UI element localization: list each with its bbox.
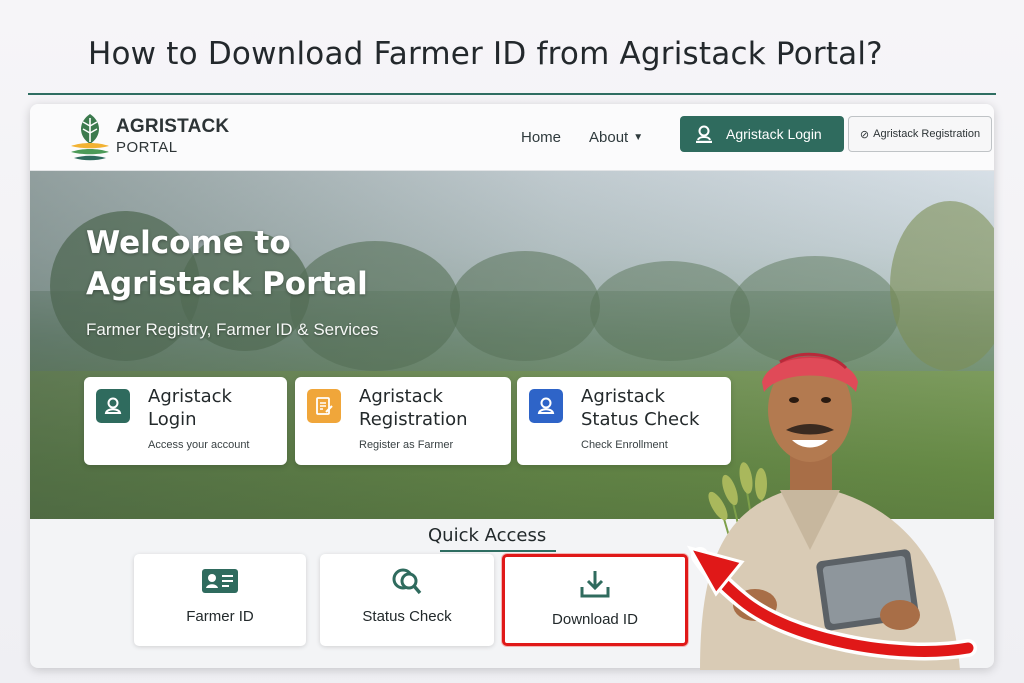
hero-title: Welcome to Agristack Portal: [86, 225, 368, 302]
agristack-login-button[interactable]: Agristack Login: [680, 116, 844, 152]
nav-about-dropdown[interactable]: About ▼: [589, 129, 643, 146]
quick-access-label: Download ID: [552, 611, 638, 628]
nav-about-label: About: [589, 129, 629, 146]
hero-card-description: Check Enrollment: [581, 439, 668, 451]
nav-home-link[interactable]: Home: [521, 129, 561, 146]
hero-card-title: Agristack Registration: [359, 386, 468, 430]
page-heading: How to Download Farmer ID from Agristack…: [88, 36, 883, 72]
farmer-illustration: [700, 352, 960, 670]
user-icon: [529, 389, 563, 423]
user-icon: [96, 389, 130, 423]
quick-access-farmer-id[interactable]: Farmer ID: [134, 554, 306, 646]
hero-card-registration[interactable]: Agristack Registration Register as Farme…: [295, 377, 511, 465]
hero-card-login[interactable]: Agristack Login Access your account: [84, 377, 287, 465]
download-icon: [579, 569, 611, 599]
hero-card-description: Access your account: [148, 439, 250, 451]
site-header: AGRISTACK PORTAL Home About ▼ Agristack L…: [30, 104, 994, 171]
hero-card-title: Agristack Login: [148, 386, 232, 430]
quick-access-label: Status Check: [362, 608, 452, 625]
heading-divider: [28, 93, 996, 95]
hero-card-description: Register as Farmer: [359, 439, 454, 451]
search-icon: [389, 566, 425, 596]
login-button-label: Agristack Login: [726, 126, 822, 142]
quick-access-underline: [440, 550, 556, 552]
brand-name: AGRISTACK: [116, 116, 230, 137]
agristack-logo-icon: [71, 114, 109, 161]
quick-access-title: Quick Access: [428, 525, 547, 546]
registration-icon: ⊘: [859, 128, 870, 141]
form-edit-icon: [307, 389, 341, 423]
caret-down-icon: ▼: [633, 132, 644, 143]
brand-subtitle: PORTAL: [116, 139, 178, 156]
user-icon: [696, 125, 712, 143]
id-card-icon: [201, 566, 239, 596]
quick-access-status-check[interactable]: Status Check: [320, 554, 494, 646]
nav-home-label: Home: [521, 129, 562, 146]
registration-button-label: Agristack Registration: [873, 128, 981, 140]
agristack-registration-button[interactable]: ⊘ Agristack Registration: [848, 116, 992, 152]
hero-subtitle: Farmer Registry, Farmer ID & Services: [86, 320, 379, 339]
quick-access-label: Farmer ID: [186, 608, 254, 625]
